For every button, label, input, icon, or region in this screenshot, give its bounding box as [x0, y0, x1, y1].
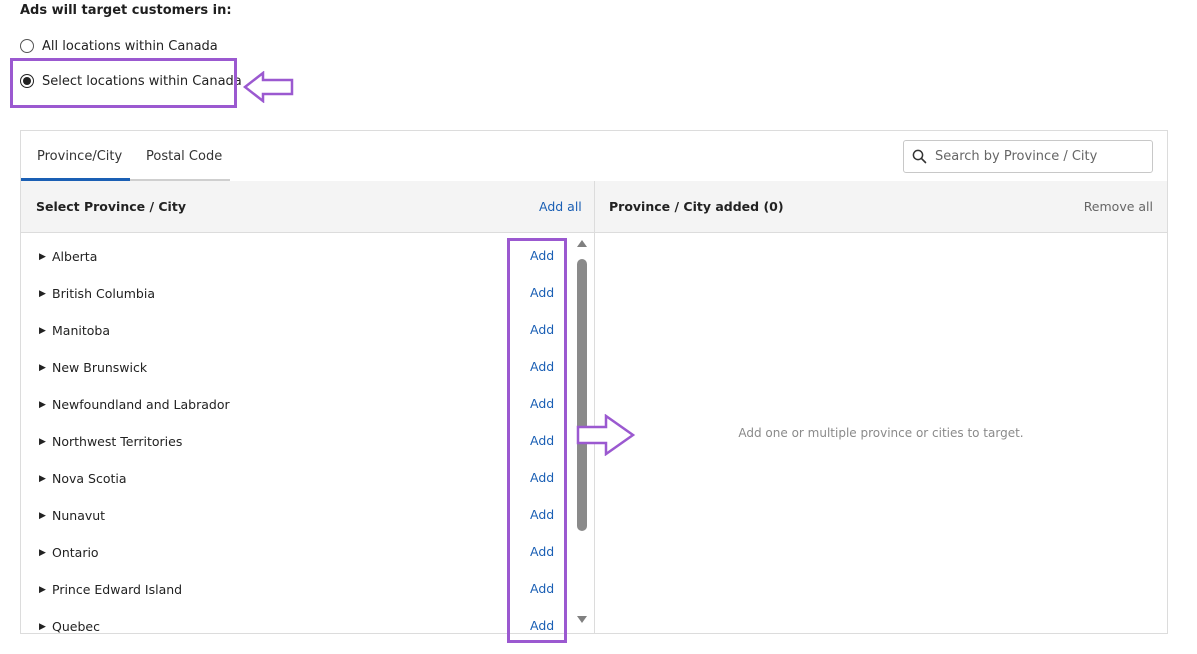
radio-button[interactable]	[20, 74, 34, 88]
caret-right-icon[interactable]: ▶	[39, 474, 46, 484]
list-item[interactable]: ▶ Ontario Add	[21, 535, 581, 572]
add-all-link[interactable]: Add all	[539, 199, 582, 214]
location-selector-panel: Province/City Postal Code Select Provinc…	[20, 130, 1168, 634]
caret-right-icon[interactable]: ▶	[39, 400, 46, 410]
caret-right-icon[interactable]: ▶	[39, 511, 46, 521]
add-link[interactable]: Add	[530, 581, 554, 596]
province-name: Northwest Territories	[52, 434, 183, 449]
tab-province-city[interactable]: Province/City	[37, 149, 122, 164]
radio-all-locations[interactable]: All locations within Canada	[20, 36, 218, 56]
add-link[interactable]: Add	[530, 618, 554, 633]
caret-right-icon[interactable]: ▶	[39, 585, 46, 595]
radio-button[interactable]	[20, 39, 34, 53]
available-title: Select Province / City	[36, 199, 186, 214]
available-locations-pane: Select Province / City Add all ▶ Alberta A…	[21, 181, 595, 633]
province-name: New Brunswick	[52, 360, 148, 375]
search-icon	[912, 149, 927, 164]
added-title: Province / City added (0)	[609, 199, 784, 214]
caret-right-icon[interactable]: ▶	[39, 326, 46, 336]
search-field[interactable]	[903, 140, 1153, 173]
province-list: ▶ Alberta Add ▶ British Columbia Add ▶ Manitoba…	[21, 233, 594, 633]
caret-right-icon[interactable]: ▶	[39, 363, 46, 373]
scroll-thumb[interactable]	[577, 259, 587, 531]
list-item[interactable]: ▶ Quebec Add	[21, 609, 581, 633]
add-link[interactable]: Add	[530, 285, 554, 300]
list-item[interactable]: ▶ Newfoundland and Labrador Add	[21, 387, 581, 424]
radio-select-locations[interactable]: Select locations within Canada	[20, 71, 242, 91]
targeting-heading: Ads will target customers in:	[20, 3, 232, 18]
list-item[interactable]: ▶ Alberta Add	[21, 239, 581, 276]
caret-right-icon[interactable]: ▶	[39, 548, 46, 558]
province-name: Quebec	[52, 619, 100, 633]
list-item[interactable]: ▶ New Brunswick Add	[21, 350, 581, 387]
scroll-up-icon[interactable]	[577, 240, 587, 247]
province-name: Newfoundland and Labrador	[52, 397, 230, 412]
remove-all-link[interactable]: Remove all	[1084, 199, 1153, 214]
list-item[interactable]: ▶ Northwest Territories Add	[21, 424, 581, 461]
search-input[interactable]	[933, 148, 1137, 165]
caret-right-icon[interactable]: ▶	[39, 289, 46, 299]
add-link[interactable]: Add	[530, 433, 554, 448]
list-scrollbar[interactable]	[575, 233, 589, 633]
province-name: Ontario	[52, 545, 99, 560]
caret-right-icon[interactable]: ▶	[39, 252, 46, 262]
list-item[interactable]: ▶ Nunavut Add	[21, 498, 581, 535]
province-name: Manitoba	[52, 323, 110, 338]
province-name: Nova Scotia	[52, 471, 127, 486]
radio-label: All locations within Canada	[42, 38, 218, 54]
available-header: Select Province / City Add all	[21, 181, 594, 233]
list-item[interactable]: ▶ Manitoba Add	[21, 313, 581, 350]
list-item[interactable]: ▶ Nova Scotia Add	[21, 461, 581, 498]
list-item[interactable]: ▶ British Columbia Add	[21, 276, 581, 313]
tab-postal-code[interactable]: Postal Code	[146, 149, 222, 164]
caret-right-icon[interactable]: ▶	[39, 622, 46, 632]
add-link[interactable]: Add	[530, 248, 554, 263]
tab-bar: Province/City Postal Code	[21, 131, 1167, 182]
arrow-left-icon	[243, 71, 294, 103]
added-header: Province / City added (0) Remove all	[595, 181, 1167, 233]
add-link[interactable]: Add	[530, 359, 554, 374]
add-link[interactable]: Add	[530, 544, 554, 559]
scroll-down-icon[interactable]	[577, 616, 587, 623]
caret-right-icon[interactable]: ▶	[39, 437, 46, 447]
province-name: Prince Edward Island	[52, 582, 183, 597]
list-item[interactable]: ▶ Prince Edward Island Add	[21, 572, 581, 609]
province-name: British Columbia	[52, 286, 155, 301]
added-locations-pane: Province / City added (0) Remove all Add…	[595, 181, 1167, 633]
province-name: Alberta	[52, 249, 98, 264]
add-link[interactable]: Add	[530, 470, 554, 485]
page: Ads will target customers in: All locati…	[0, 0, 1197, 654]
add-link[interactable]: Add	[530, 322, 554, 337]
radio-label: Select locations within Canada	[42, 73, 242, 89]
province-name: Nunavut	[52, 508, 106, 523]
add-link[interactable]: Add	[530, 396, 554, 411]
empty-state-message: Add one or multiple province or cities t…	[738, 426, 1024, 440]
add-link[interactable]: Add	[530, 507, 554, 522]
